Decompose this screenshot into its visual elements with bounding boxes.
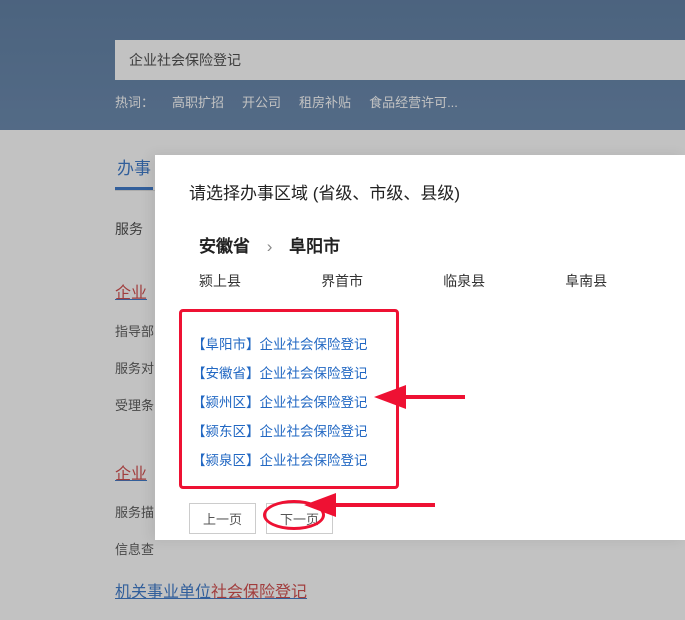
region-modal: 请选择办事区域 (省级、市级、县级) 安徽省 › 阜阳市 颍上县 界首市 临泉县… [155,155,685,540]
region-result-item[interactable]: 【颍东区】企业社会保险登记 [192,420,386,440]
next-page-button[interactable]: 下一页 [266,503,333,534]
region-result-item[interactable]: 【阜阳市】企业社会保险登记 [192,333,386,353]
breadcrumb-province[interactable]: 安徽省 [199,237,250,256]
county-row: 颍上县 界首市 临泉县 阜南县 [189,271,651,291]
county-item[interactable]: 颍上县 [199,271,321,291]
county-item[interactable]: 阜南县 [565,271,651,291]
breadcrumb-sep: › [267,237,273,256]
modal-title: 请选择办事区域 (省级、市级、县级) [189,179,651,204]
county-item[interactable]: 界首市 [321,271,443,291]
region-result-item[interactable]: 【颍州区】企业社会保险登记 [192,391,386,411]
breadcrumb: 安徽省 › 阜阳市 [189,232,651,257]
region-result-item[interactable]: 【安徽省】企业社会保险登记 [192,362,386,382]
prev-page-button[interactable]: 上一页 [189,503,256,534]
breadcrumb-city[interactable]: 阜阳市 [289,237,340,256]
result-highlight-box: 【阜阳市】企业社会保险登记 【安徽省】企业社会保险登记 【颍州区】企业社会保险登… [179,309,399,489]
county-item[interactable]: 临泉县 [443,271,565,291]
region-result-item[interactable]: 【颍泉区】企业社会保险登记 [192,449,386,469]
pager: 上一页 下一页 [189,503,651,534]
